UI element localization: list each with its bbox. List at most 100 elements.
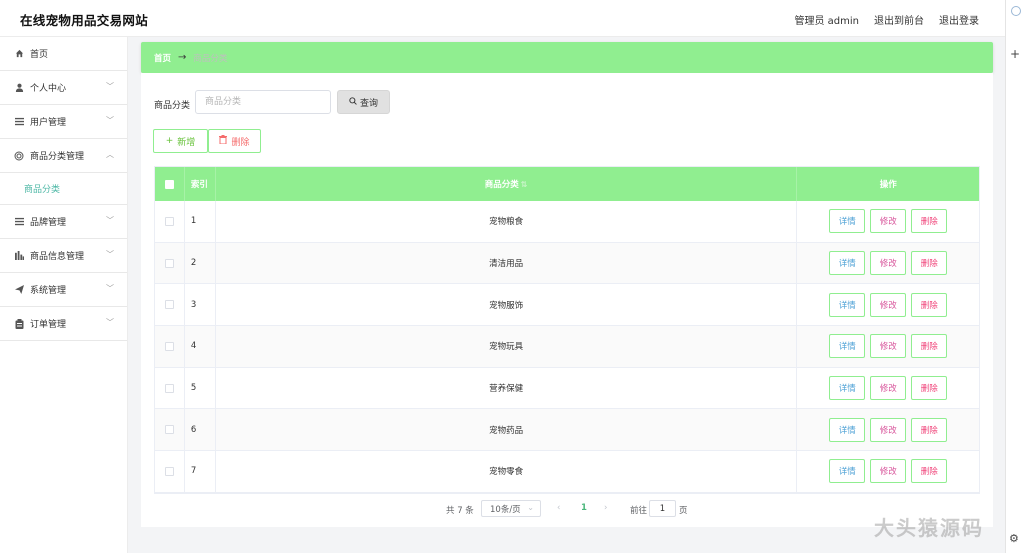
send-icon [14, 285, 24, 294]
row-actions: 详情 修改 删除 [797, 368, 979, 409]
row-index: 4 [185, 326, 216, 367]
sidebar-item-product-info[interactable]: 商品信息管理 ﹀ [0, 239, 127, 273]
chevron-up-icon: ︿ [106, 150, 114, 159]
row-checkbox[interactable] [164, 300, 174, 310]
row-checkbox[interactable] [164, 258, 174, 268]
row-actions: 详情 修改 删除 [797, 243, 979, 284]
sidebar-item-home[interactable]: 首页 [0, 37, 127, 71]
header-checkbox-cell [155, 167, 185, 201]
arrow-right-icon: → [178, 52, 187, 63]
sort-icon[interactable]: ⇅ [521, 180, 528, 189]
edit-button[interactable]: 修改 [870, 459, 907, 484]
edit-button[interactable]: 修改 [870, 334, 907, 359]
row-index: 2 [185, 242, 216, 284]
sidebar-item-label: 系统管理 [30, 286, 67, 296]
page-size-value: 10条/页 [490, 504, 521, 515]
header-links: 管理员 admin 退出到前台 退出登录 [794, 12, 979, 27]
sidebar-subitem-category[interactable]: 商品分类 [0, 173, 127, 205]
row-category: 宠物粮食 [216, 201, 798, 242]
refresh-icon[interactable] [1011, 6, 1021, 16]
back-to-frontend-link[interactable]: 退出到前台 [874, 12, 924, 27]
chevron-down-icon: ﹀ [106, 250, 114, 259]
page-number[interactable]: 1 [581, 503, 587, 513]
edit-button[interactable]: 修改 [870, 209, 907, 234]
goto-page-input[interactable] [649, 500, 676, 517]
sidebar-item-category-management[interactable]: 商品分类管理 ︿ [0, 139, 127, 173]
row-checkbox-cell [155, 367, 185, 409]
row-checkbox-cell [155, 326, 185, 367]
sidebar-item-label: 订单管理 [30, 320, 67, 330]
table-row: 4 宠物玩具 详情 修改 删除 [155, 326, 979, 368]
page-size-select[interactable]: 10条/页 ⌄ [481, 500, 541, 517]
chart-icon [14, 251, 24, 260]
row-actions: 详情 修改 删除 [797, 409, 979, 450]
table-row: 2 清洁用品 详情 修改 删除 [155, 242, 979, 285]
detail-button[interactable]: 详情 [829, 292, 866, 317]
search-button[interactable]: 查询 [337, 90, 390, 114]
plus-icon[interactable]: + [1010, 47, 1020, 61]
chevron-down-icon: ﹀ [106, 116, 114, 125]
delete-button[interactable]: 删除 [911, 376, 948, 401]
row-checkbox[interactable] [164, 466, 174, 476]
delete-button[interactable]: 删除 [911, 417, 948, 442]
chevron-down-icon: ﹀ [106, 216, 114, 225]
row-checkbox[interactable] [164, 216, 174, 226]
batch-delete-button[interactable]: 删除 [208, 129, 261, 153]
delete-button[interactable]: 删除 [911, 209, 948, 234]
chevron-down-icon: ⌄ [527, 503, 534, 512]
search-label: 商品分类 [154, 101, 191, 111]
row-checkbox-cell [155, 284, 185, 326]
detail-button[interactable]: 详情 [829, 459, 866, 484]
next-page-button[interactable]: › [604, 503, 607, 513]
add-button[interactable]: + 新增 [153, 129, 208, 153]
row-category: 宠物玩具 [216, 326, 798, 367]
row-actions: 详情 修改 删除 [797, 284, 979, 325]
list-icon [14, 217, 24, 226]
pagination: 共 7 条 10条/页 ⌄ ‹ 1 › 前往 页 [141, 500, 993, 517]
list-icon [14, 117, 24, 126]
delete-button[interactable]: 删除 [911, 459, 948, 484]
search-icon [349, 96, 357, 108]
row-checkbox[interactable] [164, 425, 174, 435]
table-row: 1 宠物粮食 详情 修改 删除 [155, 201, 979, 243]
sidebar-item-profile[interactable]: 个人中心 ﹀ [0, 71, 127, 105]
row-category: 清洁用品 [216, 242, 798, 284]
search-input[interactable] [195, 90, 331, 114]
row-index: 5 [185, 367, 216, 409]
sidebar-item-system[interactable]: 系统管理 ﹀ [0, 273, 127, 307]
edit-button[interactable]: 修改 [870, 292, 907, 317]
gear-icon[interactable]: ⚙ [1009, 532, 1019, 545]
breadcrumb-home[interactable]: 首页 [154, 52, 171, 64]
sidebar-item-orders[interactable]: 订单管理 ﹀ [0, 307, 127, 341]
edit-button[interactable]: 修改 [870, 251, 907, 276]
row-index: 7 [185, 451, 216, 492]
logout-link[interactable]: 退出登录 [939, 12, 979, 27]
sidebar-item-label: 用户管理 [30, 118, 67, 128]
detail-button[interactable]: 详情 [829, 251, 866, 276]
sidebar-item-users[interactable]: 用户管理 ﹀ [0, 105, 127, 139]
delete-button[interactable]: 删除 [911, 292, 948, 317]
delete-button[interactable]: 删除 [911, 251, 948, 276]
detail-button[interactable]: 详情 [829, 334, 866, 359]
row-actions: 详情 修改 删除 [797, 326, 979, 367]
edit-button[interactable]: 修改 [870, 417, 907, 442]
row-checkbox[interactable] [164, 383, 174, 393]
delete-button[interactable]: 删除 [911, 334, 948, 359]
row-checkbox-cell [155, 242, 185, 284]
detail-button[interactable]: 详情 [829, 209, 866, 234]
clipboard-icon [14, 318, 24, 329]
watermark: 大头猿源码 [874, 516, 984, 540]
admin-user-label[interactable]: 管理员 admin [794, 12, 859, 27]
prev-page-button[interactable]: ‹ [557, 503, 560, 513]
select-all-checkbox[interactable] [164, 179, 174, 189]
row-checkbox-cell [155, 201, 185, 242]
row-checkbox[interactable] [164, 341, 174, 351]
detail-button[interactable]: 详情 [829, 376, 866, 401]
edit-button[interactable]: 修改 [870, 376, 907, 401]
sidebar-item-brand[interactable]: 品牌管理 ﹀ [0, 205, 127, 239]
header-category[interactable]: 商品分类 ⇅ [216, 167, 798, 201]
row-index: 6 [185, 409, 216, 451]
detail-button[interactable]: 详情 [829, 417, 866, 442]
row-index: 3 [185, 284, 216, 326]
row-index: 1 [185, 201, 216, 242]
